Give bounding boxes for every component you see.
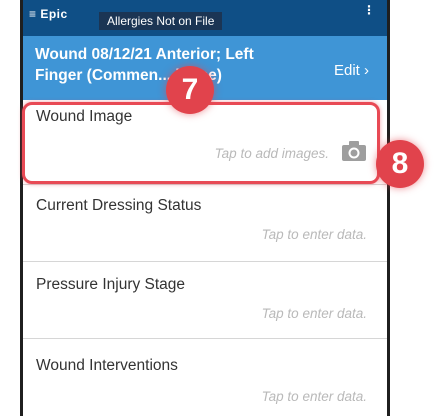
section-label: Pressure Injury Stage bbox=[36, 276, 186, 293]
section-label: Wound Interventions bbox=[36, 357, 178, 374]
section-wound-interventions[interactable]: Wound Interventions Tap to enter data. bbox=[23, 339, 387, 416]
highlight-box bbox=[22, 102, 380, 184]
enter-data-hint[interactable]: Tap to enter data. bbox=[262, 306, 367, 321]
allergies-badge[interactable]: Allergies Not on File bbox=[99, 12, 223, 30]
wound-title: Wound 08/12/21 Anterior; Left Finger (Co… bbox=[35, 46, 254, 84]
top-bar: ≡ Epic Allergies Not on File ⋮ bbox=[23, 0, 387, 36]
mobile-screen: ≡ Epic Allergies Not on File ⋮ Wound 08/… bbox=[20, 0, 390, 416]
app-logo[interactable]: ≡ Epic bbox=[29, 7, 68, 21]
edit-button[interactable]: Edit › bbox=[334, 62, 369, 79]
brand-label: ≡ Epic bbox=[29, 7, 68, 21]
enter-data-hint[interactable]: Tap to enter data. bbox=[262, 389, 367, 404]
section-pressure-injury-stage[interactable]: Pressure Injury Stage Tap to enter data. bbox=[23, 262, 387, 339]
callout-badge: 7 bbox=[166, 66, 214, 114]
callout-badge: 8 bbox=[376, 140, 424, 188]
section-label: Current Dressing Status bbox=[36, 197, 202, 214]
enter-data-hint[interactable]: Tap to enter data. bbox=[262, 227, 367, 242]
kebab-menu-icon[interactable]: ⋮ bbox=[363, 4, 375, 16]
section-current-dressing-status[interactable]: Current Dressing Status Tap to enter dat… bbox=[23, 185, 387, 262]
